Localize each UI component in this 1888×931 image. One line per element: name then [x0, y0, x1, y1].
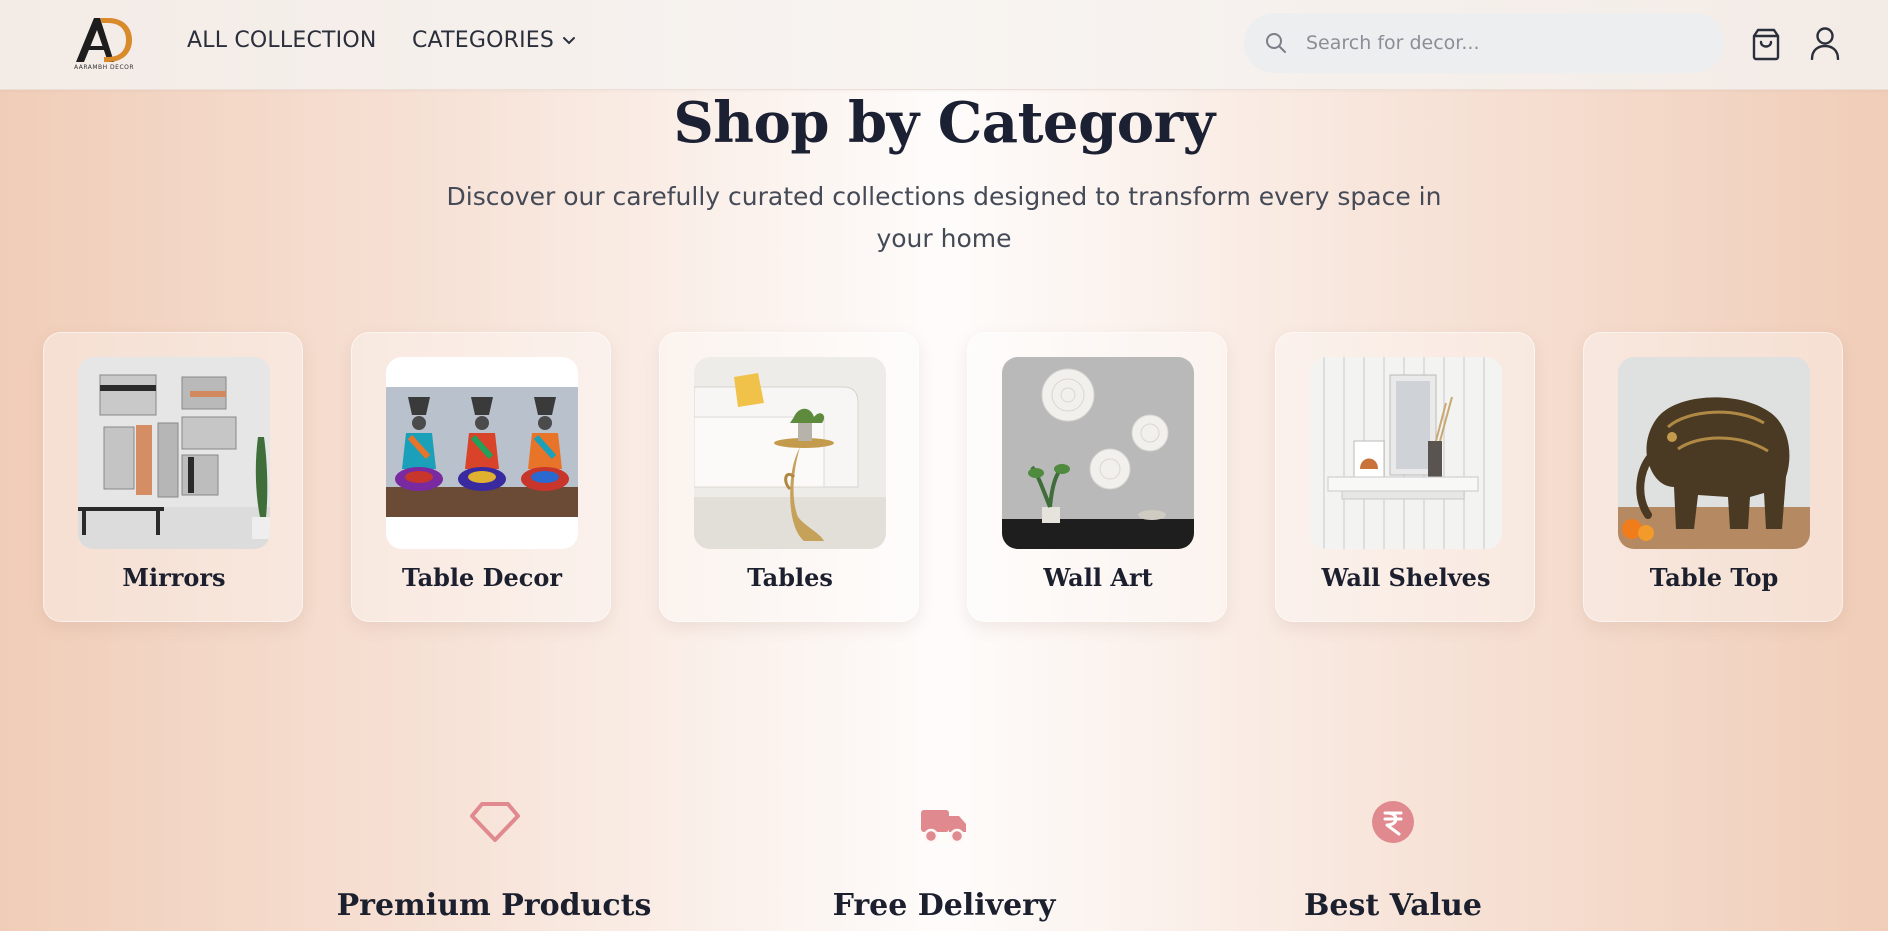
category-label: Mirrors: [122, 563, 226, 592]
category-card-tables[interactable]: Tables: [659, 332, 919, 622]
chevron-down-icon: [562, 27, 576, 52]
category-image-table-top: [1618, 357, 1810, 549]
category-card-table-top[interactable]: Table Top: [1583, 332, 1843, 622]
search-icon: [1264, 31, 1288, 59]
nav-all-collection[interactable]: ALL COLLECTION: [187, 28, 377, 53]
site-header: AARAMBH DECOR ALL COLLECTION CATEGORIES: [0, 0, 1888, 90]
category-card-wall-shelves[interactable]: Wall Shelves: [1275, 332, 1535, 622]
category-image-table-decor: [386, 357, 578, 549]
category-label: Wall Shelves: [1321, 563, 1491, 592]
logo-mark-icon: [76, 18, 132, 62]
category-label: Table Decor: [402, 563, 562, 592]
page-subtitle: Discover our carefully curated collectio…: [446, 182, 1442, 253]
category-image-mirrors: [78, 357, 270, 549]
feature-label: Free Delivery: [832, 888, 1056, 923]
category-image-wall-shelves: [1310, 357, 1502, 549]
feature-label: Best Value: [1304, 888, 1482, 923]
diamond-icon: [470, 800, 520, 848]
truck-icon: [920, 806, 968, 848]
brand-tagline: AARAMBH DECOR: [73, 64, 135, 71]
search-input[interactable]: [1306, 27, 1706, 59]
rupee-icon: [1371, 800, 1415, 848]
category-label: Wall Art: [1043, 563, 1153, 592]
shopping-bag-icon[interactable]: [1750, 27, 1782, 65]
nav-categories[interactable]: CATEGORIES: [412, 28, 576, 54]
category-image-tables: [694, 357, 886, 549]
category-card-wall-art[interactable]: Wall Art: [967, 332, 1227, 622]
category-label: Tables: [747, 563, 833, 592]
search-bar: [1244, 13, 1724, 73]
user-icon[interactable]: [1810, 26, 1840, 64]
page-title: Shop by Category: [673, 90, 1215, 156]
category-label: Table Top: [1649, 563, 1779, 592]
category-image-wall-art: [1002, 357, 1194, 549]
category-card-mirrors[interactable]: Mirrors: [43, 332, 303, 622]
brand-logo[interactable]: AARAMBH DECOR: [70, 12, 138, 74]
nav-categories-label: CATEGORIES: [412, 28, 555, 53]
category-card-table-decor[interactable]: Table Decor: [351, 332, 611, 622]
feature-label: Premium Products: [336, 888, 652, 923]
